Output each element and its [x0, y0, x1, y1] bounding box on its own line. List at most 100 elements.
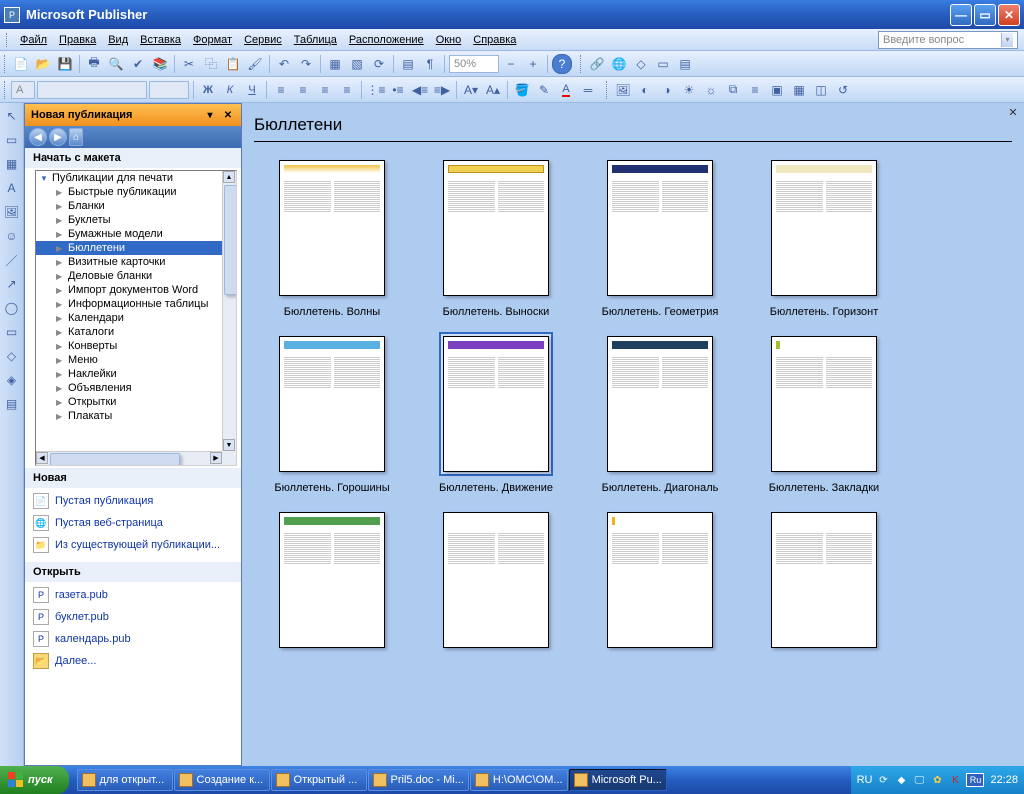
line-tool[interactable]: ／	[3, 251, 21, 269]
undo-button[interactable]: ↶	[274, 54, 294, 74]
table-tool[interactable]: ▦	[3, 155, 21, 173]
special-chars-button[interactable]: ¶	[420, 54, 440, 74]
menu-tools[interactable]: Сервис	[238, 32, 288, 48]
lang-badge[interactable]: Ru	[966, 773, 984, 787]
menu-window[interactable]: Окно	[430, 32, 468, 48]
spelling-button[interactable]: ✔	[128, 54, 148, 74]
tree-item[interactable]: ▶Наклейки	[36, 367, 222, 381]
menu-file[interactable]: Файл	[14, 32, 53, 48]
tree-item[interactable]: ▶Объявления	[36, 381, 222, 395]
brightness-more-button[interactable]: ☀	[679, 80, 699, 100]
save-button[interactable]: 💾	[55, 54, 75, 74]
gallery-close-button[interactable]: ✕	[1006, 105, 1020, 119]
font-box[interactable]	[37, 81, 147, 99]
layout-tree[interactable]: ▼Публикации для печати▶Быстрые публикаци…	[35, 170, 237, 466]
taskbar-task[interactable]: Создание к...	[174, 769, 270, 791]
tree-item[interactable]: ▶Буклеты	[36, 213, 222, 227]
line-color-button[interactable]: ✎	[534, 80, 554, 100]
start-button[interactable]: пуск	[0, 766, 69, 794]
tree-item[interactable]: ▶Визитные карточки	[36, 255, 222, 269]
open-link[interactable]: 📂Далее...	[33, 650, 233, 672]
template-item[interactable]	[744, 508, 904, 658]
tree-item[interactable]: ▶Бланки	[36, 199, 222, 213]
decrease-indent-button[interactable]: ◀≡	[410, 80, 430, 100]
template-item[interactable]	[580, 508, 740, 658]
open-link[interactable]: Pкалендарь.pub	[33, 628, 233, 650]
print-preview-button[interactable]: 🔍	[106, 54, 126, 74]
increase-indent-button[interactable]: ≡▶	[432, 80, 452, 100]
line-weight-button[interactable]: ≡	[745, 80, 765, 100]
menu-format[interactable]: Формат	[187, 32, 238, 48]
open-link[interactable]: Pбуклет.pub	[33, 606, 233, 628]
menu-arrange[interactable]: Расположение	[343, 32, 430, 48]
form-button[interactable]: ▭	[653, 54, 673, 74]
hyperlink-button[interactable]: 🔗	[587, 54, 607, 74]
contrast-more-button[interactable]: ◐	[635, 80, 655, 100]
hotspot-button[interactable]: ◇	[631, 54, 651, 74]
line-style-button[interactable]: ═	[578, 80, 598, 100]
insert-pic-button[interactable]: 🖼	[613, 80, 633, 100]
tree-scrollbar-h[interactable]: ◀▶	[36, 451, 222, 465]
menu-insert[interactable]: Вставка	[134, 32, 187, 48]
tray-device-icon[interactable]: ◆	[894, 773, 908, 787]
bold-button[interactable]: Ж	[198, 80, 218, 100]
tree-item[interactable]: ▶Плакаты	[36, 409, 222, 423]
wrap-button[interactable]: ▣	[767, 80, 787, 100]
help-search-box[interactable]: Введите вопрос▾	[878, 31, 1018, 49]
numbering-button[interactable]: ⋮≡	[366, 80, 386, 100]
taskbar-task[interactable]: для открыт...	[77, 769, 173, 791]
nav-back-button[interactable]: ◀	[29, 128, 47, 146]
zoom-box[interactable]: 50%	[449, 55, 499, 73]
reset-pic-button[interactable]: ↺	[833, 80, 853, 100]
close-button[interactable]: ✕	[998, 4, 1020, 26]
tree-item[interactable]: ▶Каталоги	[36, 325, 222, 339]
menu-view[interactable]: Вид	[102, 32, 134, 48]
align-right-button[interactable]: ≡	[315, 80, 335, 100]
shapes-tool[interactable]: ◇	[3, 347, 21, 365]
cut-button[interactable]: ✂	[179, 54, 199, 74]
brightness-less-button[interactable]: ☼	[701, 80, 721, 100]
textbox-tool[interactable]: ▭	[3, 131, 21, 149]
italic-button[interactable]: К	[220, 80, 240, 100]
style-box[interactable]: A	[11, 81, 35, 99]
minimize-button[interactable]: —	[950, 4, 972, 26]
clipart-tool[interactable]: ☺	[3, 227, 21, 245]
zoom-in-button[interactable]: +	[523, 54, 543, 74]
rotate-button[interactable]: ⟳	[369, 54, 389, 74]
format-pic-button[interactable]: ▦	[789, 80, 809, 100]
new-button[interactable]: 📄	[11, 54, 31, 74]
tree-item[interactable]: ▶Конверты	[36, 339, 222, 353]
tree-item[interactable]: ▶Импорт документов Word	[36, 283, 222, 297]
tree-item[interactable]: ▶Меню	[36, 353, 222, 367]
template-item[interactable]	[252, 508, 412, 658]
template-item[interactable]: Бюллетень. Закладки	[744, 332, 904, 494]
html-button[interactable]: ▤	[675, 54, 695, 74]
task-pane-menu-button[interactable]: ▾	[203, 108, 217, 122]
tree-item[interactable]: ▶Деловые бланки	[36, 269, 222, 283]
design-tool[interactable]: ▤	[3, 395, 21, 413]
crop-button[interactable]: ⧉	[723, 80, 743, 100]
oval-tool[interactable]: ◯	[3, 299, 21, 317]
template-item[interactable]: Бюллетень. Волны	[252, 156, 412, 318]
template-item[interactable]: Бюллетень. Движение	[416, 332, 576, 494]
taskbar-task[interactable]: Pril5.doc - Mi...	[368, 769, 469, 791]
zoom-out-button[interactable]: −	[501, 54, 521, 74]
align-left-button[interactable]: ≡	[271, 80, 291, 100]
taskbar-task[interactable]: H:\OMC\OM...	[470, 769, 568, 791]
new-link[interactable]: 📁Из существующей публикации...	[33, 534, 233, 556]
template-item[interactable]	[416, 508, 576, 658]
send-back-button[interactable]: ▧	[347, 54, 367, 74]
template-item[interactable]: Бюллетень. Геометрия	[580, 156, 740, 318]
bullets-button[interactable]: •≡	[388, 80, 408, 100]
taskbar-task[interactable]: Открытый ...	[271, 769, 367, 791]
rect-tool[interactable]: ▭	[3, 323, 21, 341]
tree-item[interactable]: ▶Информационные таблицы	[36, 297, 222, 311]
wordart-tool[interactable]: A	[3, 179, 21, 197]
bookmark-tool[interactable]: ◈	[3, 371, 21, 389]
nav-home-button[interactable]: ⌂	[69, 128, 83, 146]
nav-fwd-button[interactable]: ▶	[49, 128, 67, 146]
research-button[interactable]: 📚	[150, 54, 170, 74]
maximize-button[interactable]: ▭	[974, 4, 996, 26]
tree-item[interactable]: ▶Быстрые публикации	[36, 185, 222, 199]
fill-color-button[interactable]: 🪣	[512, 80, 532, 100]
